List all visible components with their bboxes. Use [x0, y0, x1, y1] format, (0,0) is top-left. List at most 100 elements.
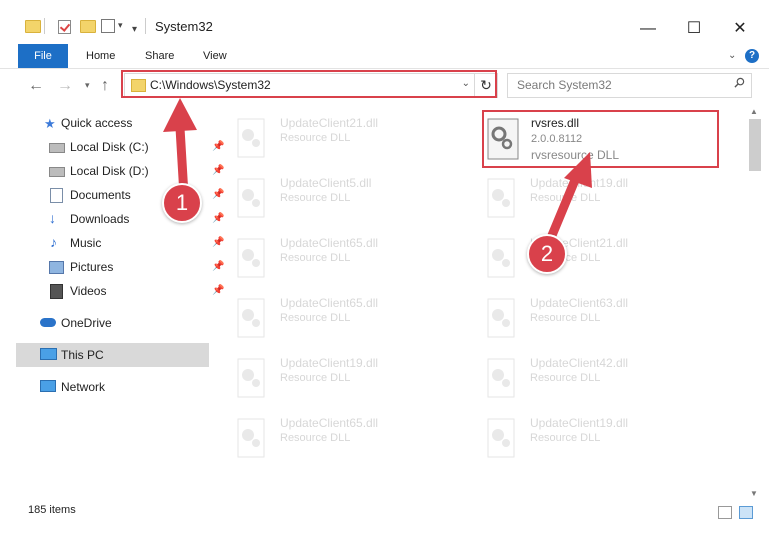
step-1-badge: 1 [162, 183, 202, 223]
file-name: UpdateClient19.dll [530, 416, 629, 430]
file-name: UpdateClient63.dll [530, 296, 629, 310]
maximize-button[interactable]: ☐ [674, 14, 714, 44]
properties-icon[interactable] [58, 20, 71, 34]
dll-file-icon [487, 178, 515, 218]
up-arrow-icon[interactable]: ↑ [101, 77, 109, 95]
videos-icon [50, 284, 63, 299]
scroll-up-icon[interactable]: ▲ [750, 107, 758, 116]
tab-home[interactable]: Home [86, 44, 115, 68]
dll-file-icon [237, 418, 265, 458]
new-folder-icon[interactable] [80, 20, 96, 33]
drive-icon [49, 167, 65, 177]
vertical-scrollbar[interactable]: ▲ ▼ [747, 105, 763, 500]
minimize-button[interactable]: — [628, 14, 668, 44]
divider [145, 18, 146, 34]
details-view-icon[interactable] [718, 506, 732, 519]
customize-dropdown-icon[interactable]: ▾ [118, 20, 123, 31]
back-arrow-icon[interactable]: ← [28, 77, 44, 95]
divider [44, 18, 45, 34]
file-item[interactable]: UpdateClient19.dll Resource DLL [214, 351, 454, 401]
sidebar-item-pictures[interactable]: Pictures 📌 [16, 255, 224, 279]
file-item[interactable]: UpdateClient65.dll Resource DLL [214, 231, 454, 281]
search-icon[interactable] [734, 77, 745, 88]
file-name: UpdateClient65.dll [280, 416, 379, 430]
sidebar-item-label: This PC [61, 348, 104, 362]
dll-file-icon [237, 118, 265, 158]
sidebar-item-onedrive[interactable]: OneDrive [16, 311, 209, 335]
quick-access-toolbar-dropdown-icon[interactable]: ▾ [132, 24, 137, 35]
file-type: Resource DLL [280, 372, 351, 384]
file-item[interactable]: UpdateClient19.dll Resource DLL [464, 171, 704, 221]
help-icon[interactable]: ? [745, 49, 759, 63]
sidebar-item-local-disk-c[interactable]: Local Disk (C:) 📌 [16, 135, 224, 159]
sidebar-item-label: Local Disk (D:) [70, 164, 149, 178]
file-item[interactable]: UpdateClient65.dll Resource DLL [214, 411, 454, 461]
file-item[interactable]: UpdateClient19.dll Resource DLL [464, 411, 704, 461]
file-item[interactable]: UpdateClient65.dll Resource DLL [214, 291, 454, 341]
dll-file-icon [487, 298, 515, 338]
file-name: UpdateClient65.dll [280, 296, 379, 310]
dll-file-icon [237, 298, 265, 338]
close-button[interactable]: ✕ [720, 14, 760, 44]
cloud-icon [40, 318, 56, 327]
sidebar-item-local-disk-d[interactable]: Local Disk (D:) 📌 [16, 159, 224, 183]
file-type: Resource DLL [280, 132, 351, 144]
dll-file-icon [237, 178, 265, 218]
sidebar-item-videos[interactable]: Videos 📌 [16, 279, 224, 303]
drive-icon [49, 143, 65, 153]
tab-file[interactable]: File [18, 44, 68, 68]
ribbon: File Home Share View ⌄ ? [0, 44, 769, 69]
documents-icon [50, 188, 63, 203]
title-bar: ▾ ▾ System32 — ☐ ✕ [0, 0, 769, 44]
search-box[interactable]: Search System32 [507, 73, 752, 98]
dll-file-icon [487, 418, 515, 458]
sidebar-item-label: OneDrive [61, 316, 112, 330]
tab-share[interactable]: Share [145, 44, 174, 68]
sidebar-item-label: Pictures [70, 260, 114, 274]
file-item[interactable]: UpdateClient42.dll Resource DLL [464, 351, 704, 401]
item-count: 185 items [28, 504, 76, 516]
sidebar-item-music[interactable]: ♪ Music 📌 [16, 231, 224, 255]
step-2-badge: 2 [527, 234, 567, 274]
forward-arrow-icon[interactable]: → [57, 77, 73, 95]
file-item[interactable]: UpdateClient63.dll Resource DLL [464, 291, 704, 341]
sidebar-item-label: Videos [70, 284, 107, 298]
file-name: UpdateClient42.dll [530, 356, 629, 370]
file-type: Resource DLL [280, 432, 351, 444]
sidebar-item-label: Documents [70, 188, 131, 202]
sidebar-item-quick-access[interactable]: ★ Quick access [16, 111, 209, 135]
sidebar-item-label: Local Disk (C:) [70, 140, 149, 154]
sidebar-item-this-pc[interactable]: This PC [16, 343, 209, 367]
dll-file-icon [237, 358, 265, 398]
recent-locations-icon[interactable]: ▾ [85, 80, 90, 91]
sidebar-item-label: Network [61, 380, 106, 394]
file-name: UpdateClient65.dll [280, 236, 379, 250]
file-item[interactable]: UpdateClient21.dll Resource DLL [214, 111, 454, 161]
network-icon [40, 380, 56, 392]
file-type: Resource DLL [530, 312, 601, 324]
tab-view[interactable]: View [203, 44, 227, 68]
star-icon: ★ [44, 116, 56, 131]
file-name: UpdateClient5.dll [280, 176, 372, 190]
dll-file-icon [487, 358, 515, 398]
file-name: UpdateClient21.dll [280, 116, 379, 130]
expand-ribbon-icon[interactable]: ⌄ [728, 50, 736, 61]
search-input[interactable]: Search System32 [517, 78, 612, 92]
view-options-icon[interactable] [101, 19, 115, 33]
pictures-icon [49, 261, 64, 274]
sidebar-item-label: Downloads [70, 212, 130, 226]
sidebar-item-label: Music [70, 236, 102, 250]
file-type: Resource DLL [280, 252, 351, 264]
file-item[interactable]: UpdateClient5.dll Resource DLL [214, 171, 454, 221]
scrollbar-thumb[interactable] [749, 119, 761, 171]
address-highlight-box [121, 70, 497, 98]
folder-icon [25, 20, 41, 33]
sidebar-item-network[interactable]: Network [16, 375, 209, 399]
scroll-down-icon[interactable]: ▼ [750, 489, 758, 498]
file-name: UpdateClient19.dll [280, 356, 379, 370]
file-type: Resource DLL [280, 192, 351, 204]
dll-file-icon [487, 238, 515, 278]
file-item[interactable]: UpdateClient21.dll Resource DLL [464, 231, 704, 281]
large-icons-view-icon[interactable] [739, 506, 753, 519]
sidebar-item-label: Quick access [61, 116, 133, 130]
